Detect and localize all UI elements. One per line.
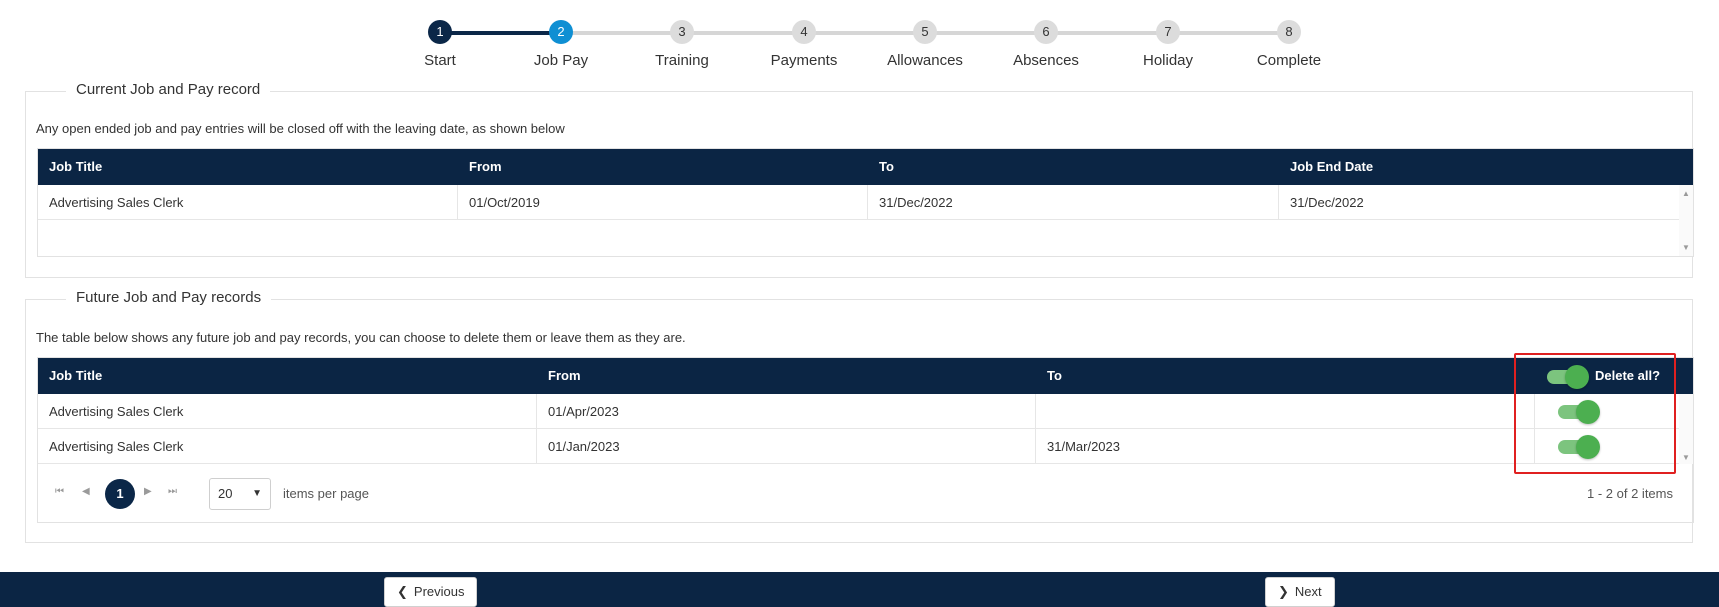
pager-info: 1 - 2 of 2 items [1587, 486, 1673, 501]
cell-job-end-date: 31/Dec/2022 [1290, 195, 1364, 210]
future-job-pay-table: Job Title From To Delete all? Advertisin… [37, 357, 1694, 465]
previous-button[interactable]: ❮ Previous [384, 577, 478, 607]
cell-from: 01/Oct/2019 [458, 185, 868, 219]
step-number: 8 [1277, 20, 1301, 44]
step-start[interactable]: 1 Start [380, 20, 500, 69]
cell-job-title: Advertising Sales Clerk [38, 394, 537, 428]
step-number: 6 [1034, 20, 1058, 44]
cell-from: 01/Jan/2023 [537, 429, 1036, 463]
page-size-select[interactable]: 20 ▼ [209, 478, 271, 510]
scroll-down-icon[interactable]: ▼ [1682, 453, 1690, 462]
section-legend: Current Job and Pay record [66, 81, 271, 98]
step-allowances[interactable]: 5 Allowances [865, 20, 985, 69]
step-absences[interactable]: 6 Absences [986, 20, 1106, 69]
column-header-to[interactable]: To [1036, 358, 1535, 394]
current-job-pay-section: Current Job and Pay record Any open ende… [25, 81, 1694, 278]
column-header-job-title[interactable]: Job Title [38, 358, 537, 394]
chevron-left-icon: ❮ [397, 584, 408, 599]
items-per-page-label: items per page [283, 486, 369, 501]
step-label: Training [655, 52, 709, 69]
cell-job-title: Advertising Sales Clerk [38, 429, 537, 463]
step-number: 4 [792, 20, 816, 44]
last-page-icon[interactable]: ⏭ [168, 486, 177, 497]
next-label: Next [1294, 584, 1322, 599]
first-page-icon[interactable]: ⏮ [55, 486, 64, 497]
table-row[interactable]: Advertising Sales Clerk 01/Oct/2019 31/D… [38, 185, 1679, 220]
current-job-pay-table: Job Title From To Job End Date Advertisi… [37, 148, 1694, 257]
prev-page-icon[interactable]: ◀ [82, 486, 90, 497]
step-number: 3 [670, 20, 694, 44]
cell-to: 31/Mar/2023 [1036, 429, 1535, 463]
table-row[interactable]: Advertising Sales Clerk 01/Jan/2023 31/M… [38, 429, 1679, 464]
table-pager: ⏮ ◀ 1 ▶ ⏭ 20 ▼ items per page 1 - 2 of 2… [37, 465, 1694, 523]
cell-job-title: Advertising Sales Clerk [38, 185, 458, 219]
step-label: Complete [1256, 52, 1322, 69]
step-label: Absences [1013, 52, 1079, 69]
previous-label: Previous [413, 584, 465, 599]
step-label: Job Pay [533, 52, 589, 69]
caret-down-icon: ▼ [252, 488, 262, 499]
next-page-icon[interactable]: ▶ [144, 486, 152, 497]
section-description: Any open ended job and pay entries will … [36, 121, 565, 136]
step-job-pay[interactable]: 2 Job Pay [501, 20, 621, 69]
step-payments[interactable]: 4 Payments [744, 20, 864, 69]
table-header: Job Title From To Delete all? [38, 358, 1693, 394]
step-training[interactable]: 3 Training [622, 20, 742, 69]
future-job-pay-section: Future Job and Pay records The table bel… [25, 289, 1694, 543]
step-label: Payments [770, 52, 838, 69]
step-label: Start [424, 52, 456, 69]
column-header-from[interactable]: From [458, 149, 868, 185]
table-scrollbar[interactable]: ▲ ▼ [1679, 185, 1693, 256]
scroll-up-icon[interactable]: ▲ [1682, 189, 1690, 198]
page-size-value: 20 [218, 486, 233, 501]
step-number: 7 [1156, 20, 1180, 44]
page-number-button[interactable]: 1 [105, 479, 135, 509]
cell-to [1036, 394, 1535, 428]
scroll-down-icon[interactable]: ▼ [1682, 243, 1690, 252]
chevron-right-icon: ❯ [1278, 584, 1289, 599]
table-scrollbar[interactable]: ▼ [1679, 394, 1693, 464]
step-number: 5 [913, 20, 937, 44]
step-number: 2 [549, 20, 573, 44]
column-header-from[interactable]: From [537, 358, 1036, 394]
cell-from: 01/Apr/2023 [537, 394, 1036, 428]
section-description: The table below shows any future job and… [36, 330, 686, 345]
table-row[interactable]: Advertising Sales Clerk 01/Apr/2023 [38, 394, 1679, 429]
progress-stepper: 1 Start 2 Job Pay 3 Training 4 Payments … [0, 0, 1719, 86]
step-label: Holiday [1142, 52, 1194, 69]
next-button[interactable]: ❯ Next [1265, 577, 1335, 607]
column-header-to[interactable]: To [868, 149, 1279, 185]
cell-to: 31/Dec/2022 [868, 185, 1279, 219]
step-label: Allowances [887, 52, 963, 69]
step-number: 1 [428, 20, 452, 44]
highlight-annotation-box [1514, 353, 1676, 474]
step-holiday[interactable]: 7 Holiday [1108, 20, 1228, 69]
column-header-job-end-date[interactable]: Job End Date [1279, 149, 1693, 185]
wizard-footer: ❮ Previous ❯ Next [0, 572, 1719, 607]
section-legend: Future Job and Pay records [66, 289, 272, 306]
table-header: Job Title From To Job End Date [38, 149, 1693, 185]
column-header-job-title[interactable]: Job Title [38, 149, 458, 185]
step-complete[interactable]: 8 Complete [1229, 20, 1349, 69]
